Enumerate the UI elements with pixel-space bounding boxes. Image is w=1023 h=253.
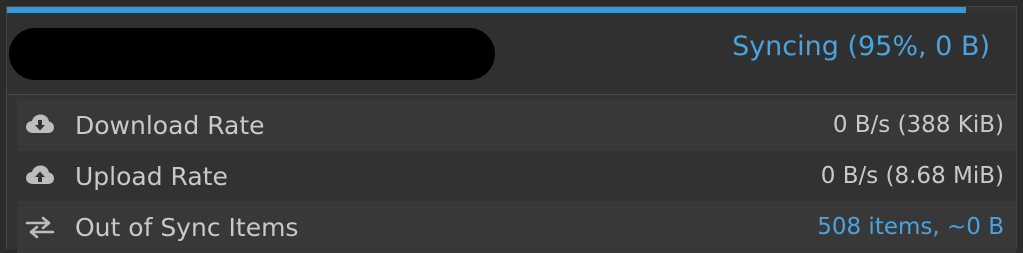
redacted-folder-name	[9, 28, 495, 80]
download-rate-value: 0 B/s (388 KiB)	[832, 112, 1004, 138]
folder-panel: Syncing (95%, 0 B) Download Rate 0 B/s (…	[6, 6, 1017, 253]
sync-status: Syncing (95%, 0 B)	[732, 31, 990, 62]
upload-rate-value: 0 B/s (8.68 MiB)	[820, 163, 1004, 189]
out-of-sync-label: Out of Sync Items	[75, 212, 299, 242]
cloud-download-icon	[25, 112, 57, 138]
swap-arrows-icon	[25, 214, 57, 240]
stats-row-download-rate: Download Rate 0 B/s (388 KiB)	[17, 100, 1016, 151]
out-of-sync-items-link[interactable]: 508 items, ~0 B	[817, 214, 1004, 240]
stats-row-upload-rate: Upload Rate 0 B/s (8.68 MiB)	[17, 151, 1016, 202]
stats-row-out-of-sync: Out of Sync Items 508 items, ~0 B	[17, 202, 1016, 253]
folder-stats-table: Download Rate 0 B/s (388 KiB) Upload Rat…	[17, 100, 1016, 253]
cloud-upload-icon	[25, 163, 57, 189]
download-rate-label: Download Rate	[75, 110, 265, 140]
panel-header[interactable]: Syncing (95%, 0 B)	[7, 13, 1016, 95]
upload-rate-label: Upload Rate	[75, 161, 228, 191]
